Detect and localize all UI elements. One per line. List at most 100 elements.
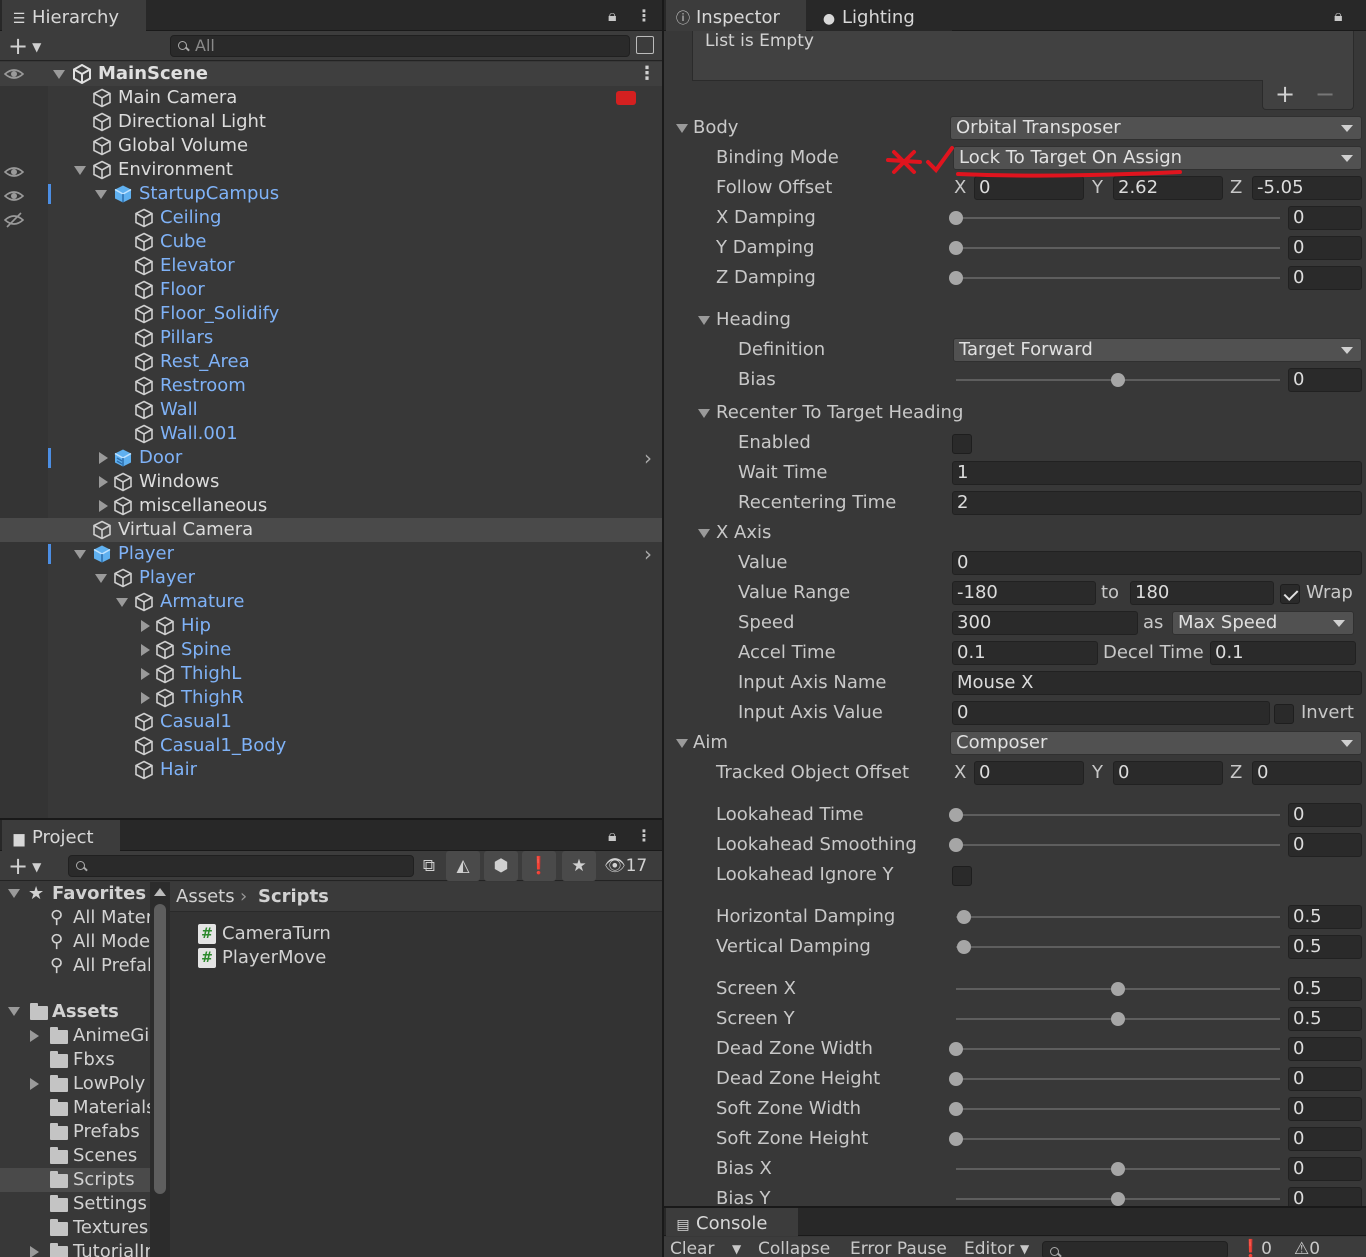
foldout-arrow-icon[interactable] xyxy=(698,529,710,538)
hierarchy-item[interactable]: Floor_Solidify xyxy=(0,302,662,326)
hierarchy-item[interactable]: ThighR xyxy=(0,686,662,710)
slider-knob[interactable] xyxy=(949,1102,963,1116)
collapsed-arrow-icon[interactable] xyxy=(141,668,150,680)
bias-x-slider[interactable] xyxy=(956,1162,1280,1176)
kebab-menu-icon[interactable]: ⋮ xyxy=(636,820,652,851)
hierarchy-item[interactable]: Pillars xyxy=(0,326,662,350)
decel-time-field[interactable]: 0.1 xyxy=(1210,641,1356,665)
chevron-right-icon[interactable]: › xyxy=(644,446,652,470)
hierarchy-item[interactable]: Wall.001 xyxy=(0,422,662,446)
follow-offset-field-z[interactable]: -5.05 xyxy=(1252,176,1362,200)
folder-item[interactable]: Settings xyxy=(0,1192,150,1216)
expand-arrow-icon[interactable] xyxy=(95,574,107,583)
clear-button[interactable]: Clear xyxy=(670,1239,714,1257)
hierarchy-item[interactable]: Ceiling xyxy=(0,206,662,230)
vertical-damping-field[interactable]: 0.5 xyxy=(1288,935,1362,959)
scrollbar-thumb[interactable] xyxy=(154,904,166,1194)
hierarchy-item[interactable]: Casual1 xyxy=(0,710,662,734)
scroll-up-arrow-icon[interactable] xyxy=(154,888,166,896)
expand-arrow-icon[interactable] xyxy=(74,550,86,559)
console-search-input[interactable] xyxy=(1042,1241,1228,1257)
assets-expand-arrow-icon[interactable] xyxy=(8,1007,20,1016)
tab-inspector[interactable]: ⓘ Inspector xyxy=(666,0,806,31)
tracked-offset-field-z[interactable]: 0 xyxy=(1252,761,1362,785)
favorites-header[interactable]: ★ Favorites xyxy=(0,882,150,906)
lookahead-time-slider[interactable] xyxy=(949,808,1280,822)
vertical-damping-slider[interactable] xyxy=(956,940,1280,954)
hierarchy-item[interactable]: Directional Light xyxy=(0,110,662,134)
definition-dropdown[interactable]: Target Forward xyxy=(953,338,1362,362)
clear-options-dropdown-icon[interactable]: ▼ xyxy=(732,1239,741,1257)
favorite-item[interactable]: ⚲ All Prefabs xyxy=(0,954,150,978)
hierarchy-item[interactable]: Spine xyxy=(0,638,662,662)
tab-project[interactable]: ▆ Project xyxy=(2,820,120,851)
collapsed-arrow-icon[interactable] xyxy=(99,500,108,512)
editor-dropdown[interactable]: Editor xyxy=(964,1239,1014,1257)
favorite-item[interactable]: ⚲ All Materials xyxy=(0,906,150,930)
slider-knob[interactable] xyxy=(957,910,972,924)
collapsed-arrow-icon[interactable] xyxy=(30,1078,39,1090)
script-file-item[interactable]: # PlayerMove xyxy=(170,946,662,970)
slider-knob[interactable] xyxy=(949,1042,963,1056)
hidden-packages-toggle[interactable]: 👁︎17 xyxy=(604,851,647,881)
hierarchy-item[interactable]: Main Camera xyxy=(0,86,662,110)
lookahead-smoothing-field[interactable]: 0 xyxy=(1288,833,1362,857)
dead-zone-width-field[interactable]: 0 xyxy=(1288,1037,1362,1061)
screen-y-slider[interactable] xyxy=(956,1012,1280,1026)
collapsed-arrow-icon[interactable] xyxy=(99,452,108,464)
expand-arrow-icon[interactable] xyxy=(74,166,86,175)
screen-y-field[interactable]: 0.5 xyxy=(1288,1007,1362,1031)
slider-knob[interactable] xyxy=(949,241,963,255)
assets-header[interactable]: Assets xyxy=(0,1000,150,1024)
slider-knob[interactable] xyxy=(949,1132,963,1146)
slider-knob[interactable] xyxy=(949,808,963,822)
hierarchy-item[interactable]: Player › xyxy=(0,542,662,566)
eye-icon[interactable] xyxy=(4,186,24,206)
lookahead-time-field[interactable]: 0 xyxy=(1288,803,1362,827)
collapsed-arrow-icon[interactable] xyxy=(141,692,150,704)
slider-knob[interactable] xyxy=(957,940,972,954)
slider-knob[interactable] xyxy=(949,1072,963,1086)
dead-zone-height-slider[interactable] xyxy=(949,1072,1280,1086)
hierarchy-item[interactable]: Hair xyxy=(0,758,662,782)
eye-icon[interactable] xyxy=(4,162,24,182)
z-damping-field[interactable]: 0 xyxy=(1288,266,1362,290)
collapsed-arrow-icon[interactable] xyxy=(141,644,150,656)
create-add-button[interactable]: + ▼ xyxy=(8,33,41,60)
project-search-input[interactable] xyxy=(68,855,414,877)
soft-zone-height-slider[interactable] xyxy=(949,1132,1280,1146)
horizontal-damping-slider[interactable] xyxy=(956,910,1280,924)
speed-mode-dropdown[interactable]: Max Speed xyxy=(1172,611,1354,635)
soft-zone-width-field[interactable]: 0 xyxy=(1288,1097,1362,1121)
create-add-button[interactable]: + ▼ xyxy=(8,853,41,880)
tracked-offset-field-x[interactable]: 0 xyxy=(974,761,1084,785)
lock-icon[interactable]: 🔒︎ xyxy=(608,820,617,851)
scene-expand-arrow-icon[interactable] xyxy=(53,70,65,79)
scene-visibility-icon[interactable] xyxy=(636,36,654,54)
hierarchy-item[interactable]: Restroom xyxy=(0,374,662,398)
aim-dropdown[interactable]: Composer xyxy=(950,731,1362,755)
hierarchy-search-input[interactable]: All xyxy=(170,35,630,57)
error-count-badge[interactable]: ❗0 xyxy=(1240,1239,1272,1257)
tab-hierarchy[interactable]: ☰ Hierarchy xyxy=(2,0,146,31)
hierarchy-item[interactable]: Door › xyxy=(0,446,662,470)
collapsed-arrow-icon[interactable] xyxy=(30,1246,39,1257)
tab-lighting[interactable]: ● Lighting xyxy=(812,0,952,31)
search-by-type-icon[interactable]: ⧉ xyxy=(412,851,446,881)
hierarchy-item[interactable]: Global Volume xyxy=(0,134,662,158)
folder-item[interactable]: Textures xyxy=(0,1216,150,1240)
hierarchy-item[interactable]: Wall xyxy=(0,398,662,422)
eye-hidden-icon[interactable] xyxy=(4,210,24,230)
hierarchy-item[interactable]: StartupCampus xyxy=(0,182,662,206)
input-axis-name-field[interactable]: Mouse X xyxy=(952,671,1362,695)
range-min-field[interactable]: -180 xyxy=(952,581,1096,605)
slider-knob[interactable] xyxy=(949,838,963,852)
input-axis-value-field[interactable]: 0 xyxy=(952,701,1270,725)
folder-item[interactable]: Scripts xyxy=(0,1168,150,1192)
breadcrumb-scripts[interactable]: Scripts xyxy=(258,882,329,912)
hierarchy-item[interactable]: Environment xyxy=(0,158,662,182)
folder-item[interactable]: AnimeGirl xyxy=(0,1024,150,1048)
hierarchy-item[interactable]: Cube xyxy=(0,230,662,254)
body-dropdown[interactable]: Orbital Transposer xyxy=(950,116,1362,140)
folder-item[interactable]: LowPoly xyxy=(0,1072,150,1096)
